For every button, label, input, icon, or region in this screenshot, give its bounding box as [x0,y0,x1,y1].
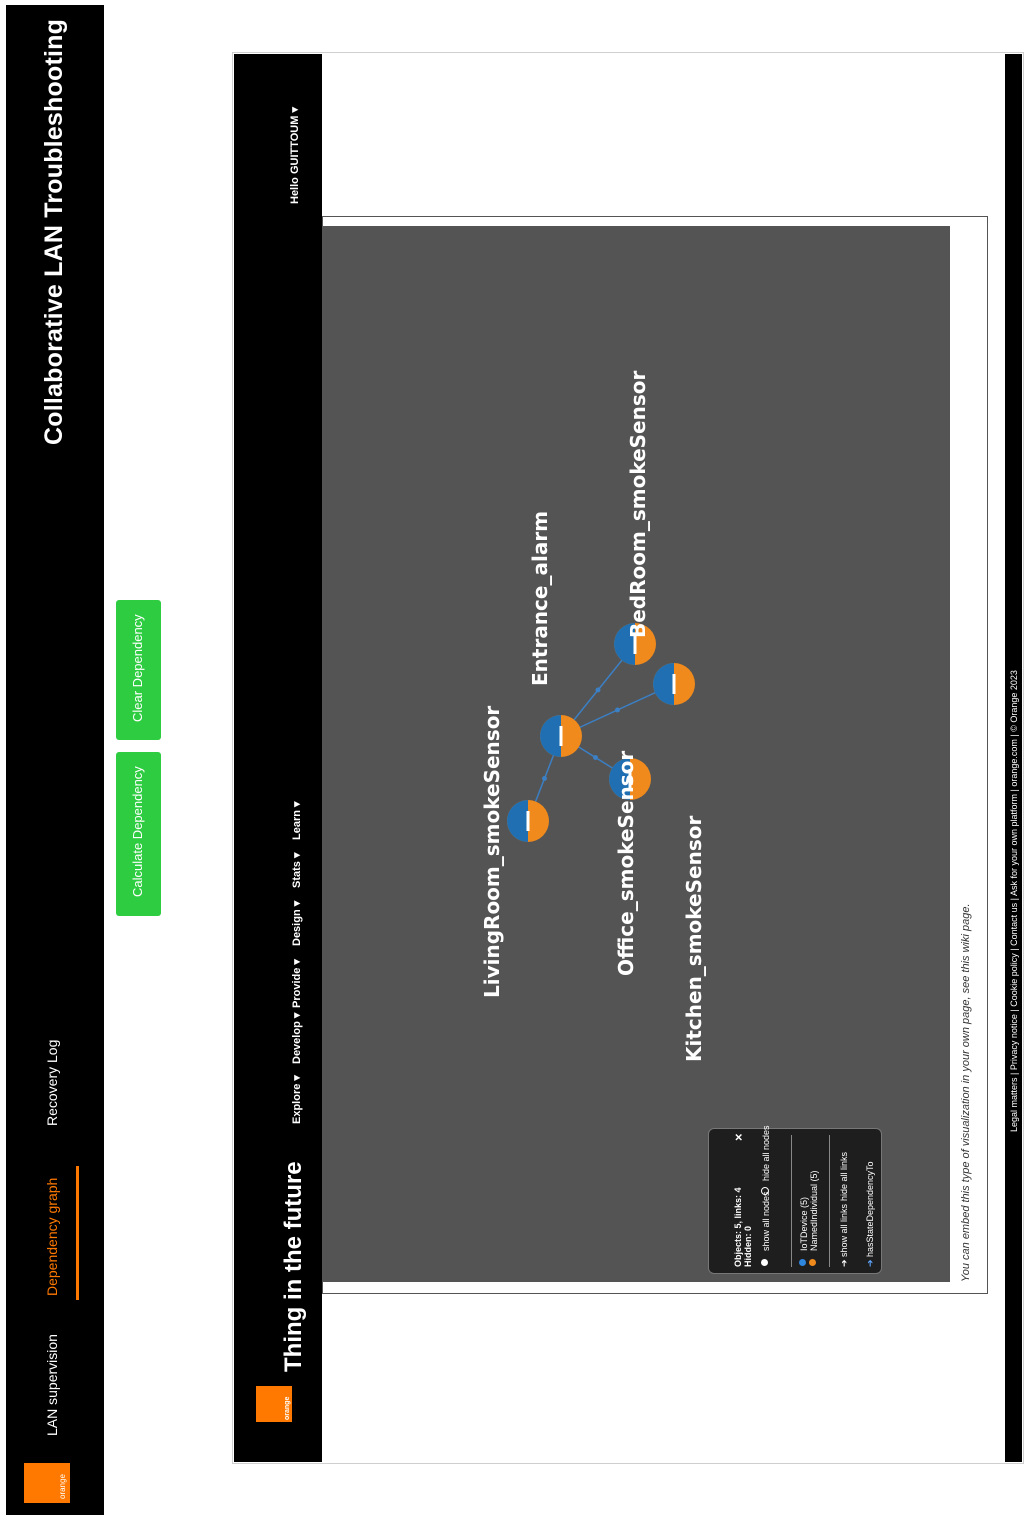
legend-close-icon[interactable]: × [731,1133,746,1141]
arrow-icon: ➔ [839,1259,849,1267]
menu-design[interactable]: Design ▾ [290,901,303,946]
user-greeting[interactable]: Hello GUITTOUM ▾ [288,107,301,204]
embedded-orange-logo: orange [256,1386,292,1422]
nav-lan-supervision[interactable]: LAN supervision [44,1334,60,1436]
legend-show-nodes[interactable]: show all nodes [761,1191,771,1251]
legend-hidden: Hidden: 0 [743,1225,753,1267]
footer-links[interactable]: Legal matters | Privacy notice | Cookie … [1009,670,1019,1132]
legend-hide-links[interactable]: hide all links [839,1152,849,1201]
nav-recovery-log[interactable]: Recovery Log [44,1040,60,1126]
legend-type-iotdevice[interactable]: IoTDevice (5) [799,1197,809,1251]
dependency-graph-canvas[interactable]: Entrance_alarm LivingRoom_smokeSensor Offi… [323,226,950,1282]
link-arrow-icon [615,707,620,713]
menu-develop[interactable]: Develop ▾ [290,1013,303,1064]
relation-arrow-icon: ➔ [865,1259,875,1267]
graph-node[interactable] [540,715,582,757]
named-individual-color-icon [809,1259,816,1266]
calculate-dependency-button[interactable]: Calculate Dependency [116,752,161,916]
link-arrow-icon [542,776,547,781]
embed-note[interactable]: You can embed this type of visualization… [960,903,972,1282]
calculate-dependency-label: Calculate Dependency [130,766,145,897]
node-label: Office_smokeSensor [614,751,638,976]
legend-stats: Objects: 5, links: 4 [733,1187,743,1267]
radio-show-nodes-icon[interactable] [761,1259,768,1266]
active-tab-indicator [76,1166,79,1300]
orange-logo-text: orange [58,1474,67,1499]
menu-explore[interactable]: Explore ▾ [290,1075,303,1124]
legend-panel: Objects: 5, links: 4 Hidden: 0 × show al… [708,1125,882,1274]
menu-provide[interactable]: Provide ▾ [290,959,303,1008]
legend-relation[interactable]: hasStateDependencyTo [865,1161,875,1257]
app-title: Collaborative LAN Troubleshooting [40,18,68,445]
orange-logo: orange [24,1463,70,1503]
menu-stats[interactable]: Stats ▾ [290,853,303,888]
node-label: LivingRoom_smokeSensor [480,706,504,998]
node-label: Entrance_alarm [528,511,552,686]
link-arrow-icon [595,687,601,693]
clear-dependency-button[interactable]: Clear Dependency [116,600,161,740]
embedded-logo-text: orange [284,1396,291,1420]
nav-dependency-graph[interactable]: Dependency graph [44,1178,60,1296]
embedded-title: Thing in the future [280,1161,307,1372]
legend-divider [829,1135,830,1267]
legend-hide-nodes[interactable]: hide all nodes [761,1125,771,1181]
graph-nodes: Entrance_alarm LivingRoom_smokeSensor Offi… [480,370,706,1062]
node-label: BedRoom_smokeSensor [626,370,650,638]
graph-svg: Entrance_alarm LivingRoom_smokeSensor Offi… [480,370,706,1062]
radio-hide-nodes-icon[interactable] [761,1187,769,1195]
graph-node[interactable] [653,663,695,705]
iot-device-color-icon [799,1259,806,1266]
legend-divider [791,1135,792,1267]
graph-node[interactable] [507,800,549,842]
legend-type-namedindividual[interactable]: NamedIndividual (5) [809,1170,819,1251]
legend-show-links[interactable]: show all links [839,1204,849,1257]
clear-dependency-label: Clear Dependency [130,614,145,722]
embedded-header [234,54,322,1462]
menu-learn[interactable]: Learn ▾ [290,801,303,840]
node-label: Kitchen_smokeSensor [682,816,706,1062]
link-arrow-icon [593,755,598,760]
